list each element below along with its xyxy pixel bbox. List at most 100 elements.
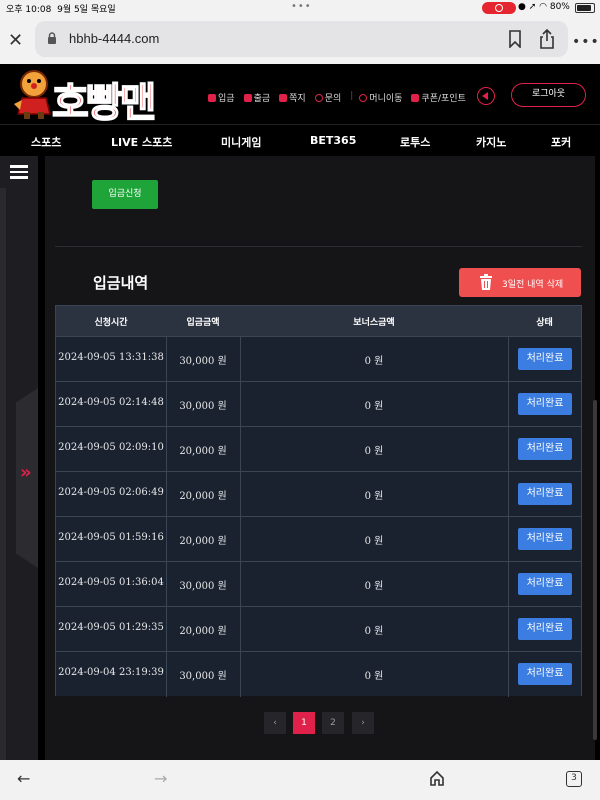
column-divider xyxy=(508,517,509,562)
main-nav-lotus[interactable]: 로투스 xyxy=(400,134,430,150)
delete-button-label: 3일전 내역 삭제 xyxy=(502,280,564,290)
column-divider xyxy=(240,652,241,697)
top-nav: 입금 출금 쪽지 문의 | 머니이동 쿠폰/포인트 xyxy=(208,91,475,104)
nav-inquiry[interactable]: 문의 xyxy=(314,91,341,104)
cell-bonus: 0 원 xyxy=(364,536,384,547)
main-nav-live-sports[interactable]: LIVE 스포츠 xyxy=(111,134,172,150)
chevron-right-icon[interactable]: » xyxy=(20,462,32,483)
column-divider xyxy=(166,427,167,472)
nav-coupon-point[interactable]: 쿠폰/포인트 xyxy=(411,91,466,104)
column-divider xyxy=(240,517,241,562)
status-badge[interactable]: 처리완료 xyxy=(518,348,572,370)
cell-time: 2024-09-05 01:59:16 xyxy=(58,532,164,543)
page-title: 입금내역 xyxy=(93,274,149,292)
status-badge[interactable]: 처리완료 xyxy=(518,438,572,460)
cell-amount: 20,000 원 xyxy=(179,626,227,637)
close-icon[interactable]: ✕ xyxy=(8,30,23,51)
cell-amount: 20,000 원 xyxy=(179,446,227,457)
status-bar: 오후 10:08 9월 5일 목요일 ••• ● ➚ ◠ 80% xyxy=(0,0,600,16)
main-nav-sports[interactable]: 스포츠 xyxy=(31,134,61,150)
pagination-next[interactable]: › xyxy=(352,712,374,734)
bookmark-icon[interactable] xyxy=(507,30,523,48)
column-divider xyxy=(508,652,509,697)
column-divider xyxy=(240,337,241,382)
cell-bonus: 0 원 xyxy=(364,626,384,637)
table-row: 2024-09-05 01:59:16 20,000 원 0 원 처리완료 xyxy=(56,516,581,562)
column-divider xyxy=(166,562,167,607)
pagination-page-1[interactable]: 1 xyxy=(293,712,315,734)
cell-time: 2024-09-04 23:19:39 xyxy=(58,667,164,678)
cell-amount: 20,000 원 xyxy=(179,536,227,547)
mascot-logo-icon[interactable] xyxy=(10,68,56,120)
main-nav-minigame[interactable]: 미니게임 xyxy=(221,134,261,150)
column-header-status: 상태 xyxy=(536,318,553,328)
cell-bonus: 0 원 xyxy=(364,491,384,502)
speaker-icon[interactable] xyxy=(477,87,495,105)
column-header-bonus: 보너스금액 xyxy=(353,318,395,328)
cell-bonus: 0 원 xyxy=(364,671,384,682)
browser-toolbar: ✕ hbhb-4444.com ••• xyxy=(0,16,600,64)
home-icon[interactable] xyxy=(429,770,445,786)
column-divider xyxy=(240,607,241,652)
status-battery: ● ➚ ◠ 80% xyxy=(518,2,570,12)
main-nav-casino[interactable]: 카지노 xyxy=(476,134,506,150)
logout-button[interactable]: 로그아웃 xyxy=(511,83,586,107)
nav-money-transfer[interactable]: 머니이동 xyxy=(359,91,402,104)
envelope-icon xyxy=(279,93,288,102)
menu-icon[interactable] xyxy=(10,165,28,179)
column-divider xyxy=(508,607,509,652)
cell-bonus: 0 원 xyxy=(364,446,384,457)
column-header-time: 신청시간 xyxy=(94,318,128,328)
back-icon[interactable]: ← xyxy=(17,769,30,788)
cell-time: 2024-09-05 13:31:38 xyxy=(58,352,164,363)
site-header: 호빵맨 입금 출금 쪽지 문의 | 머니이동 쿠폰/포인트 로그아웃 xyxy=(0,64,600,127)
trash-icon xyxy=(480,274,492,290)
more-icon[interactable]: ••• xyxy=(572,34,600,50)
cell-time: 2024-09-05 02:14:48 xyxy=(58,397,164,408)
browser-bottom-bar: ← → 3 xyxy=(0,760,600,800)
cell-bonus: 0 원 xyxy=(364,401,384,412)
table-row: 2024-09-04 23:19:39 30,000 원 0 원 처리완료 xyxy=(56,651,581,697)
table-header: 신청시간 입금금액 보너스금액 상태 xyxy=(56,306,581,336)
transfer-icon xyxy=(359,93,368,102)
status-badge[interactable]: 처리완료 xyxy=(518,618,572,640)
main-nav-poker[interactable]: 포커 xyxy=(551,134,571,150)
column-divider xyxy=(166,652,167,697)
scrollbar[interactable] xyxy=(593,400,597,740)
multitask-dots-icon[interactable]: ••• xyxy=(291,1,312,12)
column-divider xyxy=(240,472,241,517)
status-badge[interactable]: 처리완료 xyxy=(518,528,572,550)
cell-amount: 30,000 원 xyxy=(179,581,227,592)
nav-message[interactable]: 쪽지 xyxy=(279,91,306,104)
column-divider xyxy=(508,562,509,607)
status-time: 오후 10:08 9월 5일 목요일 xyxy=(6,5,116,15)
cell-amount: 30,000 원 xyxy=(179,401,227,412)
battery-icon xyxy=(575,3,595,13)
deposit-history-table: 신청시간 입금금액 보너스금액 상태 2024-09-05 13:31:38 30… xyxy=(55,305,582,697)
status-badge[interactable]: 처리완료 xyxy=(518,483,572,505)
plus-icon xyxy=(208,93,216,102)
status-badge[interactable]: 처리완료 xyxy=(518,663,572,685)
main-nav-bet365[interactable]: BET365 xyxy=(310,134,356,147)
delete-old-history-button[interactable]: 3일전 내역 삭제 xyxy=(459,268,581,297)
status-badge[interactable]: 처리완료 xyxy=(518,573,572,595)
cell-time: 2024-09-05 02:06:49 xyxy=(58,487,164,498)
forward-icon[interactable]: → xyxy=(154,769,167,788)
column-divider xyxy=(240,427,241,472)
tabs-icon[interactable]: 3 xyxy=(566,771,582,787)
sidebar-shade xyxy=(0,188,6,760)
cell-time: 2024-09-05 01:29:35 xyxy=(58,622,164,633)
nav-withdraw[interactable]: 출금 xyxy=(243,91,270,104)
site-logo[interactable]: 호빵맨 xyxy=(51,70,157,128)
address-bar[interactable]: hbhb-4444.com xyxy=(35,21,568,57)
pagination-prev[interactable]: ‹ xyxy=(264,712,286,734)
status-badge[interactable]: 처리완료 xyxy=(518,393,572,415)
minus-icon xyxy=(243,93,252,102)
share-icon[interactable] xyxy=(538,29,556,49)
cell-amount: 30,000 원 xyxy=(179,671,227,682)
column-divider xyxy=(166,517,167,562)
column-divider xyxy=(508,427,509,472)
deposit-apply-button[interactable]: 입금신청 xyxy=(92,180,158,209)
nav-deposit[interactable]: 입금 xyxy=(208,91,235,104)
pagination-page-2[interactable]: 2 xyxy=(322,712,344,734)
